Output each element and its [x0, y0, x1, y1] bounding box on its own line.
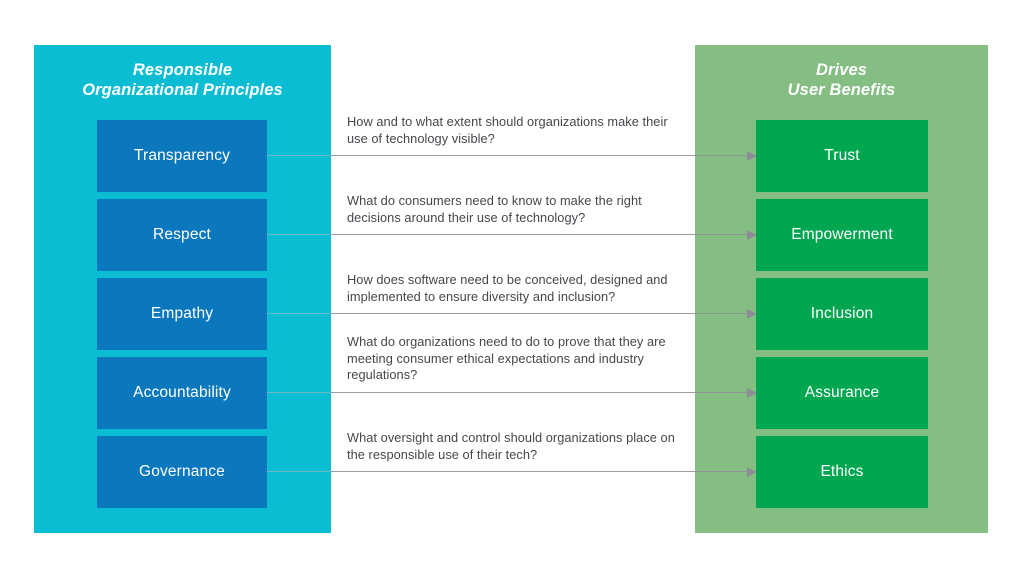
- diagram-row: Governance What oversight and control sh…: [0, 430, 1024, 508]
- diagram-row: Transparency How and to what extent shou…: [0, 114, 1024, 192]
- benefit-box-assurance[interactable]: Assurance: [756, 357, 928, 429]
- diagram-canvas: Responsible Organizational Principles Dr…: [0, 0, 1024, 577]
- connector-arrow: [267, 151, 757, 161]
- left-panel-title: Responsible Organizational Principles: [82, 61, 283, 99]
- connector-arrow: [267, 230, 757, 240]
- connector-line-panel-segment: [267, 392, 331, 394]
- connector-question-text: How does software need to be conceived, …: [347, 272, 668, 304]
- connector-line: [267, 392, 756, 394]
- principle-box-transparency[interactable]: Transparency: [97, 120, 267, 192]
- principle-box-empathy[interactable]: Empathy: [97, 278, 267, 350]
- connector-question-text: What oversight and control should organi…: [347, 430, 675, 462]
- connector-line-panel-segment: [267, 471, 331, 473]
- connector-question-text: What do organizations need to do to prov…: [347, 334, 666, 382]
- connector-line: [267, 313, 756, 315]
- connector-question-text: What do consumers need to know to make t…: [347, 193, 642, 225]
- right-panel-title: Drives User Benefits: [787, 61, 896, 99]
- connector-line: [267, 155, 756, 157]
- diagram-row: Respect What do consumers need to know t…: [0, 193, 1024, 271]
- connector-arrow: [267, 309, 757, 319]
- connector-line-panel-segment: [267, 234, 331, 236]
- diagram-row: Accountability What do organizations nee…: [0, 334, 1024, 429]
- principle-box-governance[interactable]: Governance: [97, 436, 267, 508]
- connector-arrow: [267, 388, 757, 398]
- connector-line: [267, 471, 756, 473]
- benefit-box-inclusion[interactable]: Inclusion: [756, 278, 928, 350]
- connector-line-panel-segment: [267, 155, 331, 157]
- benefit-box-trust[interactable]: Trust: [756, 120, 928, 192]
- benefit-box-empowerment[interactable]: Empowerment: [756, 199, 928, 271]
- benefit-box-ethics[interactable]: Ethics: [756, 436, 928, 508]
- connector-question-text: How and to what extent should organizati…: [347, 114, 668, 146]
- principle-box-respect[interactable]: Respect: [97, 199, 267, 271]
- connector-line-panel-segment: [267, 313, 331, 315]
- principle-box-accountability[interactable]: Accountability: [97, 357, 267, 429]
- connector-arrow: [267, 467, 757, 477]
- connector-line: [267, 234, 756, 236]
